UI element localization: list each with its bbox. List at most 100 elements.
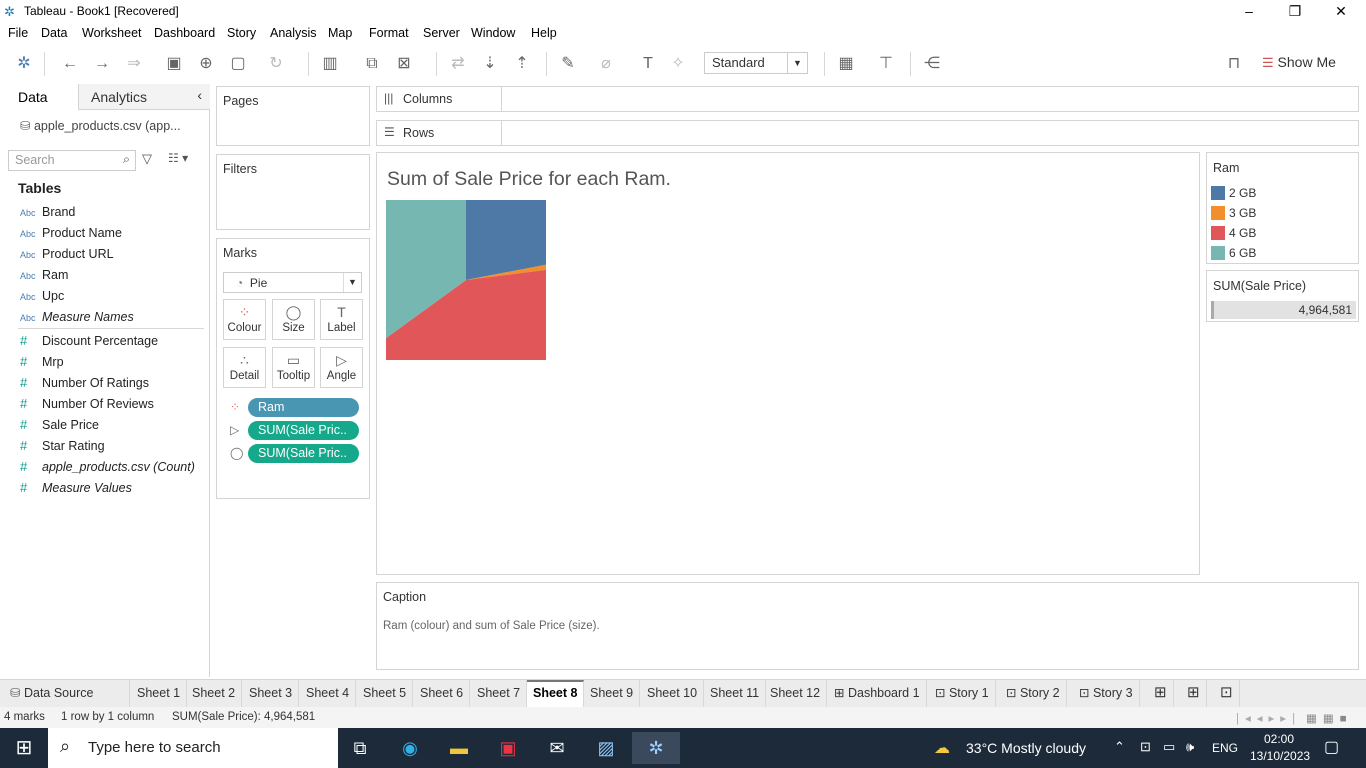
tab-story[interactable]: ⊡ Story 3 [1073,680,1140,707]
new-datasource-icon[interactable]: ⊕ [194,52,218,76]
tab-sheet[interactable]: Sheet 12 [764,680,828,707]
pill-sum-sale-price-angle[interactable]: SUM(Sale Pric.. [248,421,359,440]
mail-icon[interactable]: ✉ [537,732,577,764]
tab-data[interactable]: Data [0,84,78,110]
volume-icon[interactable]: 🕪 [1186,739,1194,755]
field-product-url[interactable]: Abc Product URL [20,247,114,267]
field-mrp[interactable]: # Mrp [20,354,64,374]
pin-icon[interactable]: ⊓ [1222,52,1246,76]
new-worksheet-icon[interactable]: ▥ [318,52,342,76]
close-window-button[interactable]: ✕ [1318,0,1364,24]
tab-sheet[interactable]: Sheet 1 [131,680,188,707]
sheet-nav-icon[interactable]: |◂◂▸▸| [1236,711,1301,725]
field-star-rating[interactable]: # Star Rating [20,438,105,458]
sort-ascending-icon[interactable]: ⇣ [478,52,502,76]
pill-sum-sale-price-size[interactable]: SUM(Sale Pric.. [248,444,359,463]
view-mode-icon[interactable]: ▦▦■ [1306,711,1353,725]
taskbar-search[interactable]: ⌕ Type here to search [48,728,338,768]
refresh-icon[interactable]: ↻ [264,52,288,76]
tab-dashboard[interactable]: ⊞ Dashboard 1 [828,680,927,707]
tab-sheet[interactable]: Sheet 3 [243,680,300,707]
tab-sheet[interactable]: Sheet 5 [357,680,414,707]
edge-icon[interactable]: ◉ [390,732,430,764]
fix-axes-icon[interactable]: ✧ [666,52,690,76]
menu-window[interactable]: Window [471,26,515,40]
minimize-button[interactable]: – [1226,0,1272,24]
clear-sheet-icon[interactable]: ⊠ [392,52,416,76]
size-button[interactable]: ◯ Size [272,299,315,340]
group-icon[interactable]: ⌀ [594,52,618,76]
tab-sheet[interactable]: Sheet 10 [641,680,705,707]
menu-format[interactable]: Format [369,26,409,40]
tableau-task-icon[interactable]: ✲ [632,732,680,764]
save-icon[interactable]: ▣ [162,52,186,76]
filter-icon[interactable]: ▽ [142,151,152,167]
language-indicator[interactable]: ENG [1212,741,1238,755]
clock-time[interactable]: 02:00 [1264,732,1294,746]
colour-button[interactable]: ⁘ Colour [223,299,266,340]
collapse-pane-icon[interactable]: ‹ [197,87,202,103]
tab-story[interactable]: ⊡ Story 2 [1000,680,1067,707]
new-story-tab-icon[interactable]: ⊡ [1214,680,1240,707]
share-icon[interactable]: ⋲ [920,52,944,76]
datasource-item[interactable]: ⛁ apple_products.csv (app... [20,118,181,133]
presentation-icon[interactable]: ⊤ [874,52,898,76]
field-number-of-ratings[interactable]: # Number Of Ratings [20,375,149,395]
field-sale-price[interactable]: # Sale Price [20,417,99,437]
tab-data-source[interactable]: ⛁ Data Source [4,680,130,707]
field-upc[interactable]: Abc Upc [20,289,64,309]
notifications-icon[interactable]: ▢ [1324,737,1339,757]
pie-chart[interactable] [386,200,546,360]
field-ram[interactable]: Abc Ram [20,268,68,288]
tableau-home-icon[interactable]: ✲ [12,52,36,76]
label-button[interactable]: T Label [320,299,363,340]
field-measure-values[interactable]: # Measure Values [20,480,132,500]
tab-sheet-active[interactable]: Sheet 8 [527,680,585,707]
tab-sheet[interactable]: Sheet 11 [704,680,767,707]
mark-type-select[interactable]: ◔ Pie ▼ [223,272,362,293]
file-explorer-icon[interactable]: ▬ [439,732,479,764]
field-measure-names[interactable]: Abc Measure Names [20,310,134,330]
highlight-icon[interactable]: ✎ [556,52,580,76]
wifi-icon[interactable]: ▭ [1163,739,1175,755]
rows-shelf[interactable]: ☰ Rows [376,120,1359,146]
pages-card[interactable]: Pages [216,86,370,146]
fit-select[interactable]: Standard ▼ [704,52,808,74]
store-icon[interactable]: ▣ [488,732,528,764]
menu-story[interactable]: Story [227,26,256,40]
new-dashboard-tab-icon[interactable]: ⊞ [1181,680,1207,707]
tab-analytics[interactable]: Analytics ‹ [78,84,210,110]
detail-button[interactable]: ∴ Detail [223,347,266,388]
field-number-of-reviews[interactable]: # Number Of Reviews [20,396,154,416]
view-options-icon[interactable]: ☷ ▾ [168,151,188,165]
tab-sheet[interactable]: Sheet 9 [584,680,641,707]
field-brand[interactable]: Abc Brand [20,205,75,225]
menu-data[interactable]: Data [41,26,67,40]
show-me-button[interactable]: ☰ Show Me [1262,54,1336,71]
redo-icon[interactable]: → [90,52,114,76]
tray-arrow-icon[interactable]: ⌃ [1114,739,1125,755]
clock-date[interactable]: 13/10/2023 [1250,749,1310,763]
angle-button[interactable]: ▷ Angle [320,347,363,388]
duplicate-sheet-icon[interactable]: ⧉ [360,52,384,76]
swap-icon[interactable]: ⇄ [446,52,470,76]
menu-file[interactable]: File [8,26,28,40]
menu-dashboard[interactable]: Dashboard [154,26,215,40]
tab-sheet[interactable]: Sheet 7 [471,680,528,707]
field-product-name[interactable]: Abc Product Name [20,226,122,246]
undo-icon[interactable]: ← [58,52,82,76]
menu-server[interactable]: Server [423,26,460,40]
filters-card[interactable]: Filters [216,154,370,230]
weather-text[interactable]: 33°C Mostly cloudy [966,740,1086,756]
windows-start-icon[interactable]: ⊞ [4,732,44,764]
task-view-icon[interactable]: ⧉ [340,732,380,764]
tab-sheet[interactable]: Sheet 4 [300,680,357,707]
show-labels-icon[interactable]: T [636,52,660,76]
field-discount-percentage[interactable]: # Discount Percentage [20,333,158,353]
network-icon[interactable]: ⊡ [1140,739,1151,755]
tab-sheet[interactable]: Sheet 6 [414,680,471,707]
menu-analysis[interactable]: Analysis [270,26,317,40]
sort-descending-icon[interactable]: ⇡ [510,52,534,76]
pause-updates-icon[interactable]: ▢ [226,52,250,76]
menu-worksheet[interactable]: Worksheet [82,26,142,40]
